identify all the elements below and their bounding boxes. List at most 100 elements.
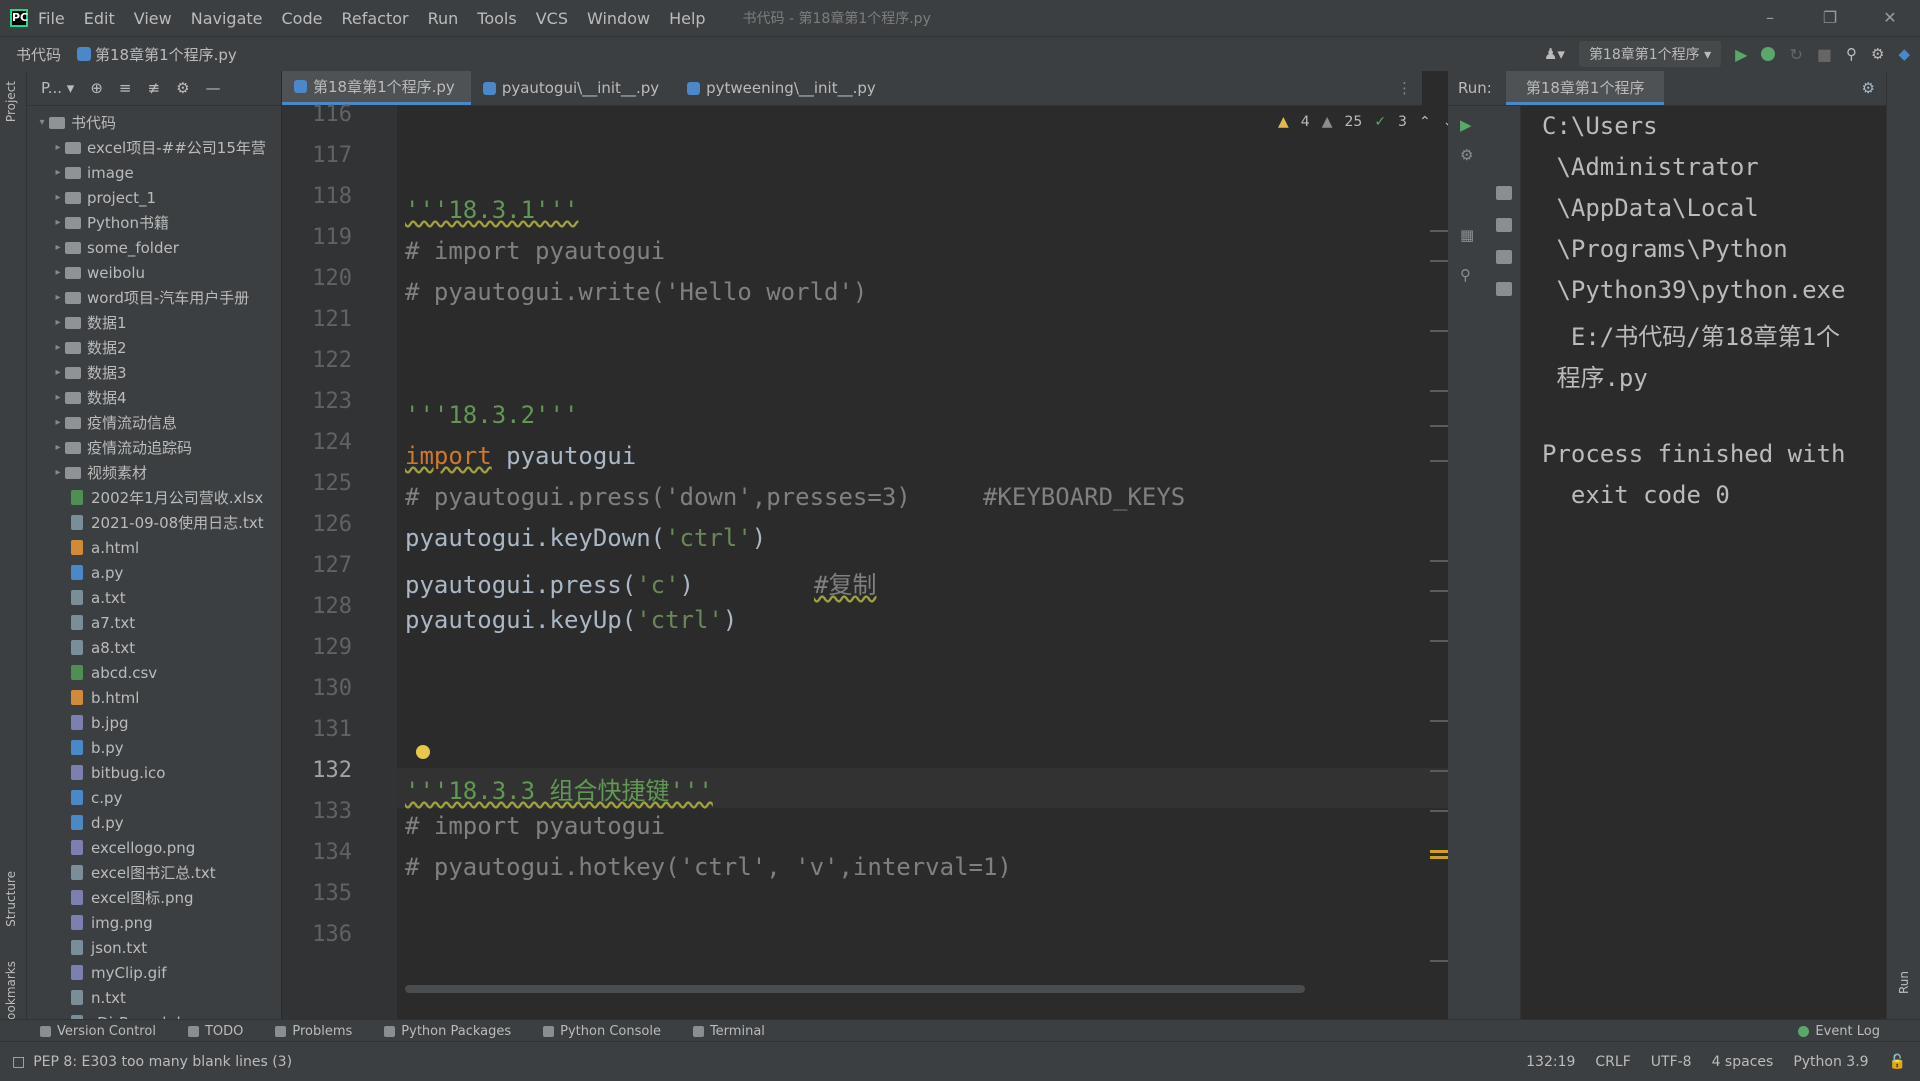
- inspection-widget[interactable]: ▲4 ▲25 ✓3 ⌃ ⌄: [1278, 114, 1454, 130]
- trash-icon[interactable]: [1496, 282, 1512, 296]
- tree-file[interactable]: b.html: [27, 685, 281, 710]
- soft-wrap-icon[interactable]: [1496, 186, 1512, 200]
- chevron-right-icon[interactable]: ▸: [51, 167, 65, 178]
- event-log-tab[interactable]: Event Log: [1798, 1024, 1880, 1039]
- locate-icon[interactable]: ⊕: [90, 79, 103, 97]
- debug-icon[interactable]: [1761, 47, 1776, 61]
- chevron-right-icon[interactable]: ▸: [51, 317, 65, 328]
- tree-file[interactable]: a.html: [27, 535, 281, 560]
- indent-setting[interactable]: 4 spaces: [1712, 1054, 1774, 1070]
- chevron-down-icon[interactable]: ▾: [35, 117, 49, 128]
- chevron-right-icon[interactable]: ▸: [51, 142, 65, 153]
- hide-icon[interactable]: —: [206, 79, 221, 97]
- tree-folder[interactable]: ▸ 数据4: [27, 385, 281, 410]
- close-icon[interactable]: ✕: [1860, 0, 1920, 36]
- gear-icon[interactable]: ⚙: [1862, 79, 1875, 97]
- tree-file[interactable]: a.py: [27, 560, 281, 585]
- chevron-right-icon[interactable]: ▸: [51, 217, 65, 228]
- run-icon[interactable]: ▶: [1735, 45, 1747, 64]
- menu-file[interactable]: File: [38, 9, 65, 28]
- expand-all-icon[interactable]: ≡: [119, 79, 132, 97]
- menu-help[interactable]: Help: [669, 9, 705, 28]
- previous-highlight-icon[interactable]: ⌃: [1419, 114, 1431, 130]
- project-tool-tab[interactable]: Project: [4, 81, 18, 122]
- menu-run[interactable]: Run: [428, 9, 459, 28]
- python-console-tab[interactable]: Python Console: [543, 1024, 661, 1039]
- breadcrumb-project[interactable]: 书代码: [16, 44, 61, 65]
- gear-icon[interactable]: ⚙: [176, 79, 189, 97]
- tree-file[interactable]: excel图书汇总.txt: [27, 860, 281, 885]
- search-icon[interactable]: ⚲: [1846, 45, 1857, 63]
- tab-pyautogui-init[interactable]: pyautogui\__init__.py: [471, 71, 675, 105]
- tree-file[interactable]: b.jpg: [27, 710, 281, 735]
- lightbulb-icon[interactable]: [416, 745, 430, 759]
- chevron-right-icon[interactable]: ▸: [51, 342, 65, 353]
- tree-folder[interactable]: ▸ weibolu: [27, 260, 281, 285]
- tree-folder[interactable]: ▸ excel项目-##公司15年营: [27, 135, 281, 160]
- pin-icon[interactable]: ⚲: [1460, 266, 1471, 284]
- tree-folder[interactable]: ▸ 数据2: [27, 335, 281, 360]
- tree-folder[interactable]: ▸ image: [27, 160, 281, 185]
- terminal-tab[interactable]: Terminal: [692, 1024, 765, 1039]
- tree-folder[interactable]: ▸ Python书籍: [27, 210, 281, 235]
- chevron-right-icon[interactable]: ▸: [51, 417, 65, 428]
- python-packages-tab[interactable]: Python Packages: [384, 1024, 511, 1039]
- error-stripe[interactable]: [1430, 120, 1448, 1000]
- gear-icon[interactable]: ⚙: [1871, 45, 1884, 63]
- tree-file[interactable]: img.png: [27, 910, 281, 935]
- menu-refactor[interactable]: Refactor: [341, 9, 408, 28]
- wrench-icon[interactable]: ⚙: [1460, 146, 1473, 164]
- tree-file[interactable]: excellogo.png: [27, 835, 281, 860]
- tree-file[interactable]: bitbug.ico: [27, 760, 281, 785]
- line-separator[interactable]: CRLF: [1595, 1054, 1630, 1070]
- run-icon[interactable]: ▶: [1460, 116, 1472, 134]
- todo-tab[interactable]: TODO: [187, 1024, 243, 1039]
- menu-navigate[interactable]: Navigate: [191, 9, 263, 28]
- menu-vcs[interactable]: VCS: [536, 9, 568, 28]
- structure-tool-tab[interactable]: Structure: [4, 871, 18, 927]
- tree-file[interactable]: myClip.gif: [27, 960, 281, 985]
- jetbrains-icon[interactable]: ◆: [1898, 45, 1910, 63]
- tree-folder[interactable]: ▸ 数据1: [27, 310, 281, 335]
- tree-file[interactable]: abcd.csv: [27, 660, 281, 685]
- menu-tools[interactable]: Tools: [477, 9, 516, 28]
- tree-folder[interactable]: ▸ some_folder: [27, 235, 281, 260]
- collapse-all-icon[interactable]: ≢: [147, 79, 160, 97]
- problems-tab[interactable]: Problems: [275, 1024, 352, 1039]
- tree-file[interactable]: json.txt: [27, 935, 281, 960]
- tree-file[interactable]: a8.txt: [27, 635, 281, 660]
- tabs-menu-icon[interactable]: ⋮: [1397, 79, 1412, 97]
- run-tab[interactable]: 第18章第1个程序: [1505, 71, 1665, 105]
- horizontal-scrollbar[interactable]: [405, 985, 1305, 993]
- tree-folder[interactable]: ▸ word项目-汽车用户手册: [27, 285, 281, 310]
- menu-window[interactable]: Window: [587, 9, 650, 28]
- menu-edit[interactable]: Edit: [84, 9, 115, 28]
- project-view-selector[interactable]: P... ▾: [41, 79, 74, 97]
- menu-code[interactable]: Code: [282, 9, 323, 28]
- tab-main-program[interactable]: 第18章第1个程序.py: [282, 71, 471, 105]
- tree-folder[interactable]: ▸ 疫情流动追踪码: [27, 435, 281, 460]
- user-icon[interactable]: ♟▾: [1544, 45, 1565, 63]
- coverage-icon[interactable]: ↻: [1789, 45, 1802, 64]
- tree-folder[interactable]: ▸ project_1: [27, 185, 281, 210]
- tree-folder[interactable]: ▸ 视频素材: [27, 460, 281, 485]
- version-control-tab[interactable]: Version Control: [40, 1024, 156, 1039]
- breadcrumb-file[interactable]: 第18章第1个程序.py: [95, 44, 237, 65]
- tree-file[interactable]: 2002年1月公司营收.xlsx: [27, 485, 281, 510]
- file-encoding[interactable]: UTF-8: [1651, 1054, 1692, 1070]
- lock-icon[interactable]: 🔓: [1889, 1054, 1906, 1070]
- print-icon[interactable]: [1496, 250, 1512, 264]
- python-interpreter[interactable]: Python 3.9: [1793, 1054, 1868, 1070]
- tree-file[interactable]: a.txt: [27, 585, 281, 610]
- stop-icon[interactable]: ■: [1817, 45, 1832, 64]
- caret-position[interactable]: 132:19: [1526, 1054, 1575, 1070]
- tree-file[interactable]: b.py: [27, 735, 281, 760]
- tab-pytweening-init[interactable]: pytweening\__init__.py: [675, 71, 892, 105]
- restore-icon[interactable]: ❐: [1800, 0, 1860, 36]
- tree-file[interactable]: a7.txt: [27, 610, 281, 635]
- tree-file[interactable]: d.py: [27, 810, 281, 835]
- chevron-right-icon[interactable]: ▸: [51, 267, 65, 278]
- run-configuration-select[interactable]: 第18章第1个程序 ▾: [1578, 41, 1722, 67]
- tree-folder[interactable]: ▾ 书代码: [27, 110, 281, 135]
- tree-folder[interactable]: ▸ 数据3: [27, 360, 281, 385]
